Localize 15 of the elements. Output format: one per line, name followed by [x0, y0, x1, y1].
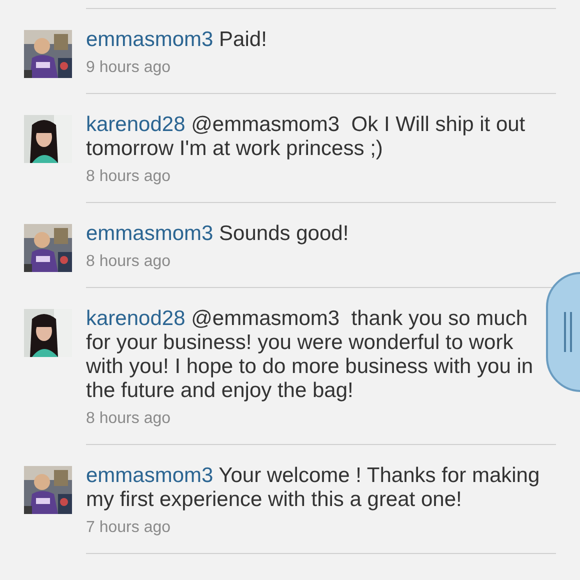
grip-icon [564, 312, 572, 352]
comment-text: emmasmom3 Sounds good! [86, 222, 350, 246]
timestamp: 8 hours ago [86, 409, 172, 429]
timestamp: 7 hours ago [86, 518, 172, 538]
timestamp: 8 hours ago [86, 252, 172, 272]
comment-text: karenod28 @emmasmom3 Ok I Will ship it out tomorrow I'm at work princess ;) [86, 113, 526, 161]
timestamp: 9 hours ago [86, 58, 172, 78]
comment-text: emmasmom3 Paid! [86, 28, 268, 52]
comment-text: emmasmom3 Your welcome ! Thanks for making my first experience with this a great one! [86, 464, 541, 512]
username[interactable]: emmasmom3 [86, 28, 214, 51]
username[interactable]: emmasmom3 [86, 222, 214, 245]
username[interactable]: karenod28 [86, 113, 186, 136]
username[interactable]: emmasmom3 [86, 464, 214, 487]
username[interactable]: karenod28 [86, 307, 186, 330]
timestamp: 8 hours ago [86, 167, 172, 187]
